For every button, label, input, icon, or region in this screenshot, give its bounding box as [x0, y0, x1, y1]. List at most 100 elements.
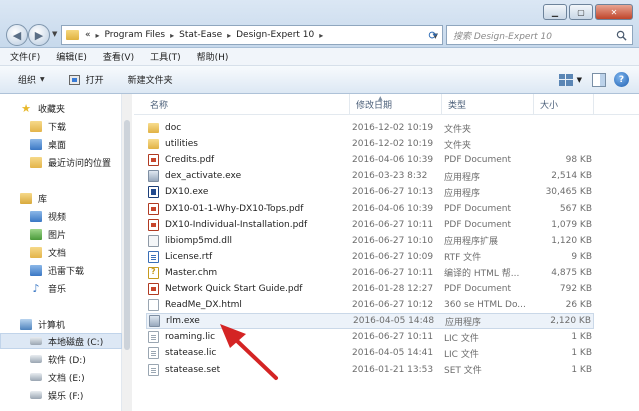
nav-library[interactable]: 库	[0, 190, 122, 206]
column-header-size[interactable]: 大小	[534, 94, 594, 114]
forward-button[interactable]: ▶	[28, 24, 50, 46]
menu-file[interactable]: 文件(F)	[10, 50, 40, 63]
file-row[interactable]: roaming.lic 2016-06-27 10:11 LIC 文件 1 KB	[146, 329, 594, 345]
navigation-pane: ★ 收藏夹 下载 桌面 最近访问的位置 库 视频 图片 文档 迅雷下载 ♪ 音乐…	[0, 94, 122, 411]
pdf-file-icon	[148, 202, 159, 215]
file-size: 1,079 KB	[551, 219, 592, 230]
nav-desktop[interactable]: 桌面	[0, 136, 122, 152]
nav-downloads[interactable]: 下载	[0, 118, 122, 134]
breadcrumb-root[interactable]: «	[85, 30, 91, 40]
close-button[interactable]: ✕	[595, 4, 633, 20]
file-row[interactable]: DX10.exe 2016-06-27 10:13 应用程序 30,465 KB	[146, 184, 594, 200]
nav-drive-d[interactable]: 软件 (D:)	[0, 351, 122, 367]
arrow-left-icon: ◀	[12, 28, 22, 42]
nav-music[interactable]: ♪ 音乐	[0, 280, 122, 296]
nav-videos[interactable]: 视频	[0, 208, 122, 224]
file-name: DX10-Individual-Installation.pdf	[165, 219, 308, 230]
file-row[interactable]: ReadMe_DX.html 2016-06-27 10:12 360 se HTM…	[146, 297, 594, 313]
txt-file-icon	[148, 347, 159, 360]
file-name: Network Quick Start Guide.pdf	[165, 284, 303, 294]
file-name-cell: DX10-Individual-Installation.pdf	[148, 218, 308, 231]
breadcrumb-separator: ▸	[95, 30, 100, 40]
txt-file-icon	[148, 331, 159, 344]
menu-help[interactable]: 帮助(H)	[197, 50, 229, 63]
organize-button[interactable]: 组织 ▼	[18, 73, 45, 86]
view-dropdown[interactable]: ▼	[577, 76, 582, 84]
file-size: 1 KB	[571, 332, 592, 343]
file-name: doc	[165, 123, 182, 133]
nav-label: 图片	[48, 230, 67, 241]
nav-computer[interactable]: 计算机	[0, 316, 122, 332]
column-header-date[interactable]: 修改日期	[350, 94, 442, 114]
breadcrumb-program-files[interactable]: Program Files	[105, 30, 166, 40]
file-type: LIC 文件	[444, 349, 479, 360]
downloads-folder-icon	[30, 120, 42, 132]
breadcrumb-stat-ease[interactable]: Stat-Ease	[179, 30, 222, 40]
address-bar[interactable]: « ▸ Program Files ▸ Stat-Ease ▸ Design-E…	[61, 25, 443, 45]
pdf-file-icon	[148, 154, 159, 167]
breadcrumb-design-expert[interactable]: Design-Expert 10	[236, 30, 314, 40]
nav-label: 收藏夹	[38, 104, 66, 115]
preview-pane-icon[interactable]	[592, 72, 606, 87]
file-row[interactable]: libiomp5md.dll 2016-06-27 10:10 应用程序扩展 1,12…	[146, 233, 594, 249]
file-size: 567 KB	[559, 203, 592, 214]
organize-label: 组织	[18, 76, 37, 86]
file-size: 792 KB	[559, 284, 592, 294]
file-list: ▲ 名称 修改日期 类型 大小 doc 2016-12-02 10:19 文件夹 ut…	[134, 94, 639, 411]
drive-icon	[30, 373, 42, 381]
file-row[interactable]: dex_activate.exe 2016-03-23 8:32 应用程序 2,514…	[146, 168, 594, 184]
maximize-button[interactable]: ▢	[569, 4, 593, 20]
back-button[interactable]: ◀	[6, 24, 28, 46]
file-row[interactable]: doc 2016-12-02 10:19 文件夹	[146, 120, 594, 136]
file-name-cell: utilities	[148, 139, 198, 150]
file-name-cell: dex_activate.exe	[148, 170, 241, 183]
file-row[interactable]: DX10-Individual-Installation.pdf 2016-06-…	[146, 217, 594, 233]
help-icon[interactable]: ?	[614, 72, 629, 87]
nav-scrollbar-thumb[interactable]	[124, 120, 130, 350]
file-row[interactable]: License.rtf 2016-06-27 10:09 RTF 文件 9 KB	[146, 249, 594, 265]
folder-file-icon	[148, 123, 159, 133]
nav-pictures[interactable]: 图片	[0, 226, 122, 242]
menu-view[interactable]: 查看(V)	[103, 50, 134, 63]
nav-label: 最近访问的位置	[48, 158, 112, 169]
nav-drive-e[interactable]: 文档 (E:)	[0, 369, 122, 385]
file-row[interactable]: Network Quick Start Guide.pdf 2016-01-28 …	[146, 281, 594, 297]
recent-pages-dropdown[interactable]: ▼	[52, 30, 57, 38]
column-header-type[interactable]: 类型	[442, 94, 534, 114]
nav-favorites[interactable]: ★ 收藏夹	[0, 100, 122, 116]
file-type: PDF Document	[444, 284, 512, 294]
file-size: 1 KB	[571, 364, 592, 375]
nav-label: 库	[38, 194, 48, 205]
nav-drive-c[interactable]: 本地磁盘 (C:)	[0, 333, 122, 349]
minimize-button[interactable]: ▁	[543, 4, 567, 20]
nav-recent[interactable]: 最近访问的位置	[0, 154, 122, 170]
menu-tools[interactable]: 工具(T)	[150, 50, 181, 63]
open-button[interactable]: 打开	[68, 73, 104, 86]
view-icon[interactable]	[558, 73, 573, 86]
file-type: 应用程序	[445, 317, 482, 328]
title-bar: ▁ ▢ ✕ ◀ ▶ ▼ « ▸ Program Files ▸ Stat-Eas…	[0, 0, 639, 48]
file-name: roaming.lic	[165, 332, 216, 343]
file-row[interactable]: statease.lic 2016-04-05 14:41 LIC 文件 1 KB	[146, 345, 594, 361]
html-file-icon	[148, 299, 159, 312]
file-row[interactable]: Credits.pdf 2016-04-06 10:39 PDF Document 9…	[146, 152, 594, 168]
file-row[interactable]: DX10-01-1-Why-DX10-Tops.pdf 2016-04-06 10…	[146, 201, 594, 217]
file-row[interactable]: rlm.exe 2016-04-05 14:48 应用程序 2,120 KB	[146, 313, 594, 330]
menu-edit[interactable]: 编辑(E)	[56, 50, 87, 63]
nav-drive-f[interactable]: 娱乐 (F:)	[0, 387, 122, 403]
search-box[interactable]: 搜索 Design-Expert 10	[446, 25, 633, 45]
file-size: 4,875 KB	[551, 267, 592, 278]
nav-documents[interactable]: 文档	[0, 244, 122, 260]
nav-thunder-downloads[interactable]: 迅雷下载	[0, 262, 122, 278]
column-header-name[interactable]: 名称	[144, 94, 350, 114]
chm-file-icon	[148, 266, 159, 279]
refresh-button[interactable]: ⟳	[424, 25, 442, 45]
file-row[interactable]: Master.chm 2016-06-27 10:11 编译的 HTML 帮... 4…	[146, 265, 594, 281]
new-folder-button[interactable]: 新建文件夹	[128, 73, 173, 86]
drive-icon	[30, 355, 42, 363]
documents-icon	[30, 246, 42, 258]
file-row[interactable]: statease.set 2016-01-21 13:53 SET 文件 1 KB	[146, 362, 594, 378]
file-type: 编译的 HTML 帮...	[444, 269, 520, 280]
file-row[interactable]: utilities 2016-12-02 10:19 文件夹	[146, 136, 594, 152]
file-size: 98 KB	[565, 155, 592, 166]
